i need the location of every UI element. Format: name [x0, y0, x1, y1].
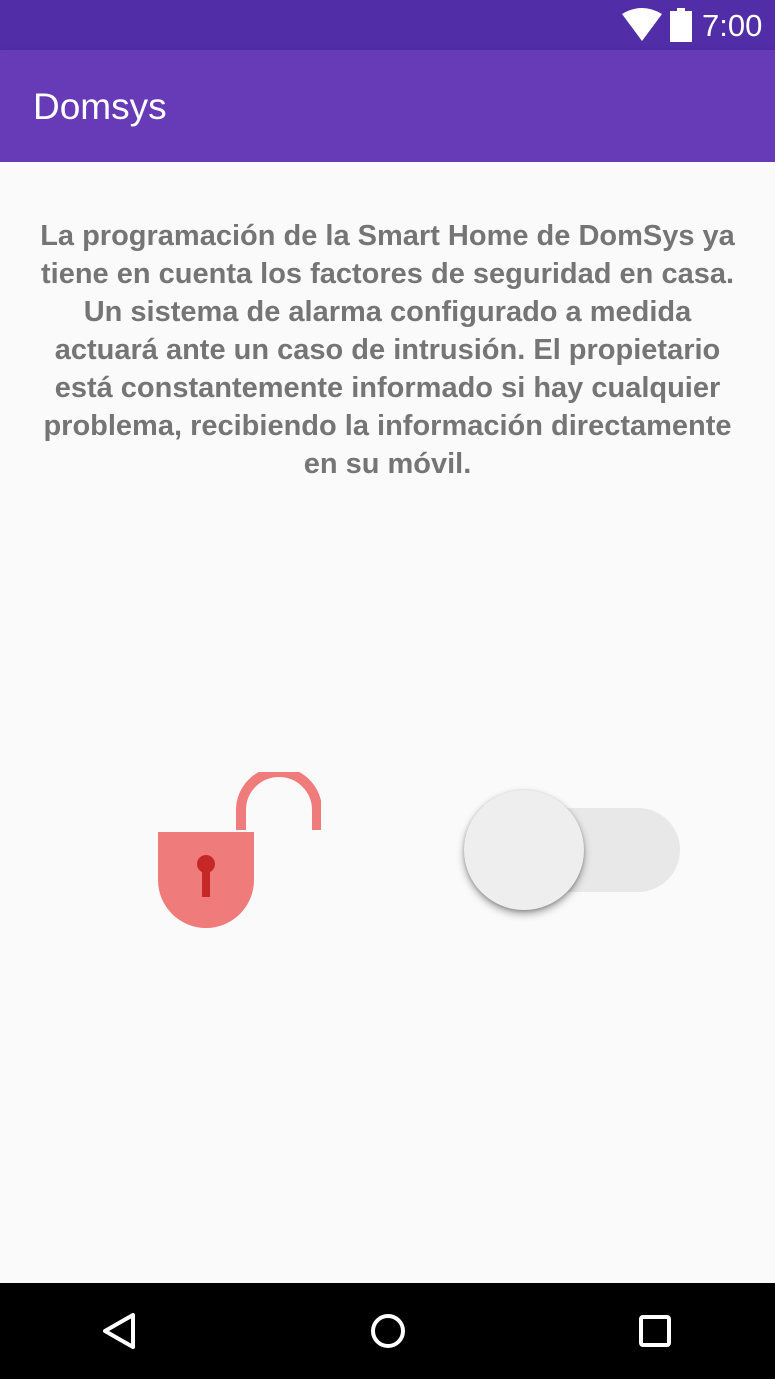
battery-icon: [670, 8, 692, 42]
navigation-bar: [0, 1283, 775, 1379]
app-bar: Domsys: [0, 50, 775, 162]
security-description: La programación de la Smart Home de DomS…: [40, 220, 735, 480]
status-time: 7:00: [702, 8, 763, 43]
wifi-icon: [622, 8, 662, 41]
recents-icon[interactable]: [630, 1306, 680, 1356]
app-title: Domsys: [33, 86, 167, 127]
alarm-toggle-switch[interactable]: [460, 786, 686, 916]
home-icon[interactable]: [363, 1306, 413, 1356]
switch-thumb[interactable]: [464, 790, 584, 910]
main-content: La programación de la Smart Home de DomS…: [0, 162, 775, 1283]
back-icon[interactable]: [95, 1306, 145, 1356]
status-bar: 7:00: [0, 0, 775, 50]
unlocked-padlock-icon: [158, 772, 321, 928]
